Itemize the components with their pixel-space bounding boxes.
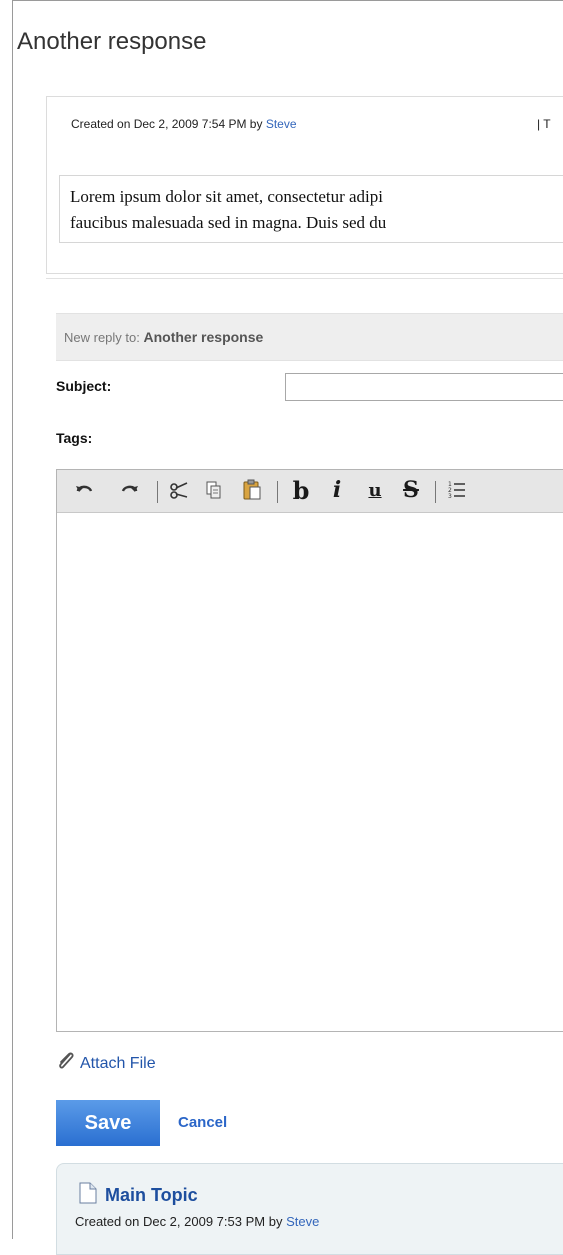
page-title: Another response: [17, 28, 207, 55]
window-edge: [0, 0, 12, 1239]
post-container: Created on Dec 2, 2009 7:54 PM by Steve …: [46, 96, 563, 274]
redo-icon[interactable]: [117, 478, 141, 502]
author-link[interactable]: Steve: [266, 117, 297, 131]
frame-border-top: [12, 0, 563, 1]
topic-header: Main Topic: [79, 1182, 198, 1209]
strikethrough-icon[interactable]: S: [399, 477, 423, 503]
toolbar-separator: [277, 481, 278, 503]
paperclip-icon: [56, 1050, 76, 1077]
post-meta: Created on Dec 2, 2009 7:54 PM by Steve: [71, 117, 297, 131]
cut-icon[interactable]: [167, 478, 191, 502]
save-button[interactable]: Save: [56, 1100, 160, 1146]
cancel-link[interactable]: Cancel: [178, 1114, 227, 1131]
reply-target-title: Another response: [143, 329, 264, 345]
post-body-text: Lorem ipsum dolor sit amet, consectetur …: [70, 184, 386, 236]
underline-icon[interactable]: u: [363, 478, 387, 502]
toolbar-separator: [157, 481, 158, 503]
document-icon: [79, 1182, 97, 1209]
body-line: Lorem ipsum dolor sit amet, consectetur …: [70, 187, 384, 206]
topic-created-date: Dec 2, 2009 7:53 PM: [142, 1214, 266, 1229]
topic-panel: Main Topic Created on Dec 2, 2009 7:53 P…: [56, 1163, 563, 1255]
attach-file-label: Attach File: [80, 1054, 156, 1072]
paste-icon[interactable]: [239, 478, 265, 502]
copy-icon[interactable]: [202, 478, 226, 502]
reply-header-label: New reply to: Another response: [64, 329, 263, 345]
reply-header: New reply to: Another response: [56, 313, 563, 361]
svg-text:3: 3: [448, 493, 452, 500]
topic-created-prefix: Created on: [75, 1214, 140, 1229]
italic-icon[interactable]: i: [325, 477, 349, 503]
subject-label: Subject:: [56, 378, 112, 394]
topic-meta: Created on Dec 2, 2009 7:53 PM by Steve: [75, 1214, 319, 1229]
created-date: Dec 2, 2009 7:54 PM: [133, 117, 247, 131]
rich-text-editor[interactable]: b i u S 123: [56, 469, 563, 1032]
body-line: faucibus malesuada sed in magna. Duis se…: [70, 213, 387, 232]
bold-icon[interactable]: b: [289, 476, 313, 505]
topic-by-word: by: [268, 1214, 283, 1229]
created-prefix: Created on: [71, 117, 131, 131]
by-word: by: [249, 117, 263, 131]
ordered-list-icon[interactable]: 123: [445, 478, 469, 502]
toolbar-separator: [435, 481, 436, 503]
meta-tail: | T: [537, 117, 551, 131]
divider: [46, 278, 563, 279]
topic-author-link[interactable]: Steve: [286, 1214, 319, 1229]
subject-input[interactable]: [285, 373, 563, 401]
undo-icon[interactable]: [73, 478, 97, 502]
post-body: Lorem ipsum dolor sit amet, consectetur …: [59, 175, 563, 243]
reply-prefix: New reply to:: [64, 330, 140, 345]
frame-border-left: [12, 0, 13, 1239]
topic-title-link[interactable]: Main Topic: [105, 1185, 198, 1206]
tags-label: Tags:: [56, 430, 93, 446]
editor-toolbar: b i u S 123: [57, 470, 563, 513]
attach-file-link[interactable]: Attach File: [56, 1050, 156, 1077]
